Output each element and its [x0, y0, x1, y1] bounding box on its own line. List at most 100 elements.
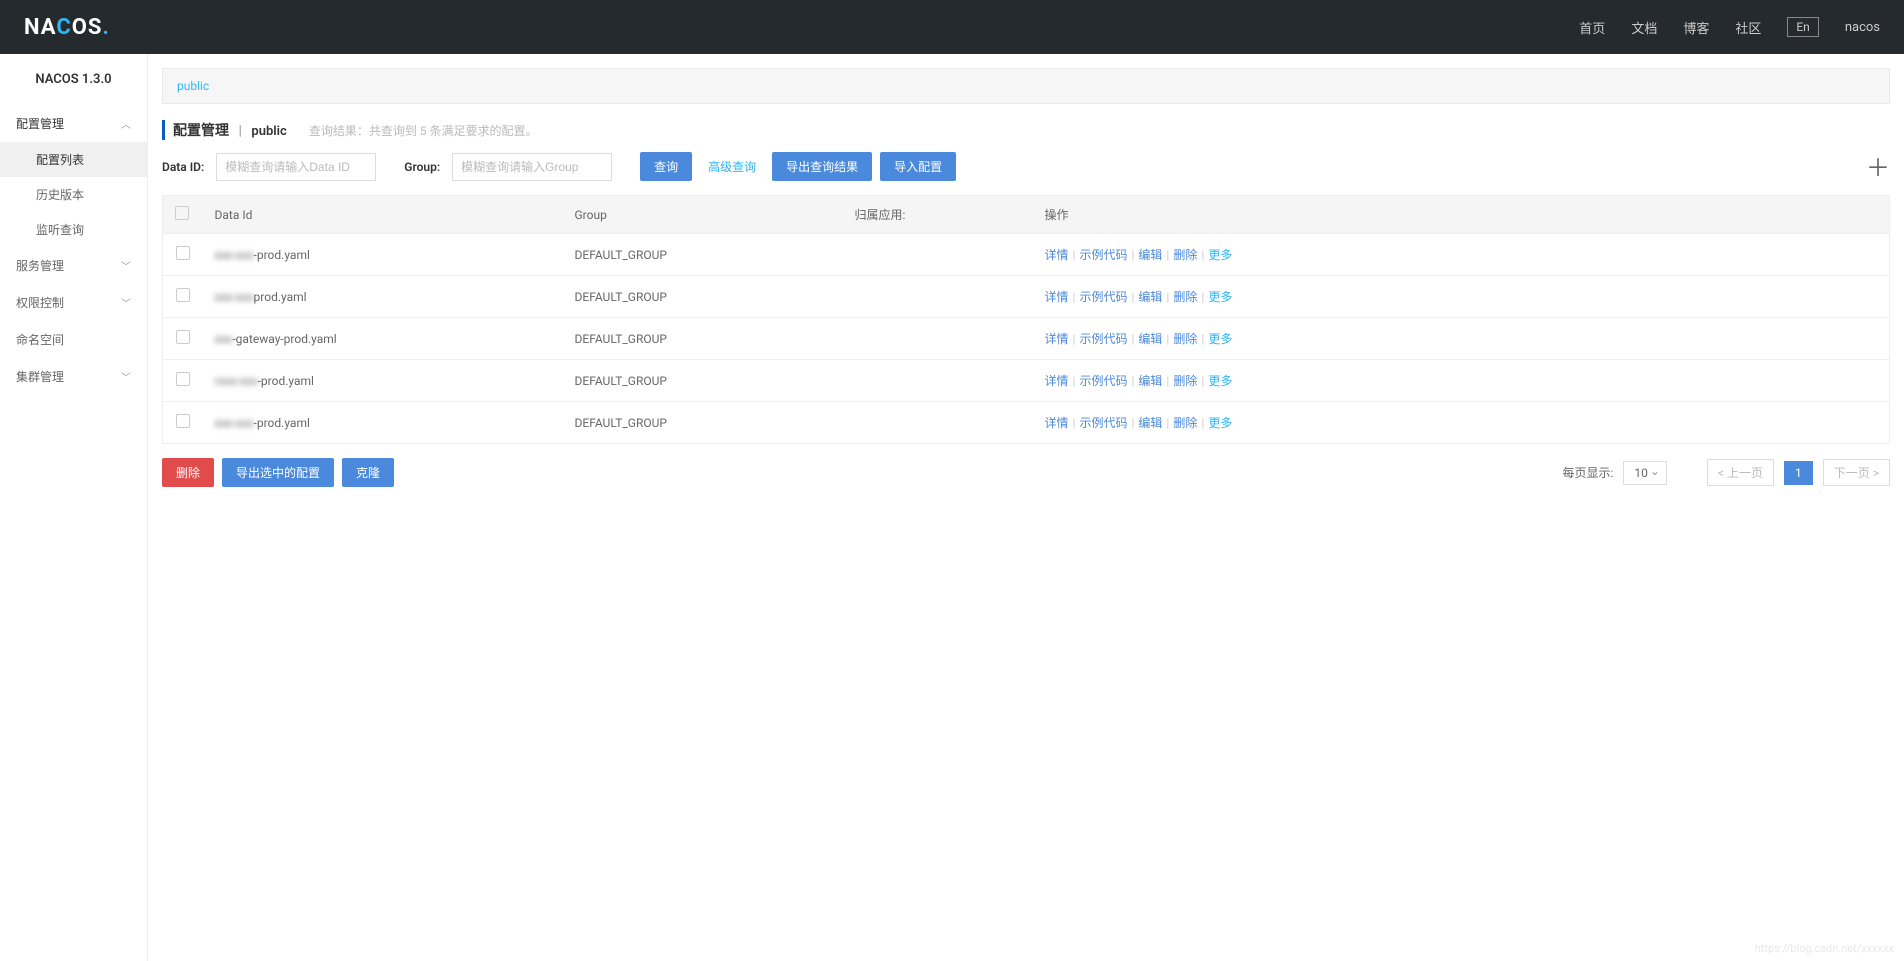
action-delete[interactable]: 删除 — [1173, 416, 1197, 430]
page-namespace: public — [251, 124, 286, 139]
submenu-config-list[interactable]: 配置列表 — [0, 142, 147, 177]
action-more[interactable]: 更多 — [1208, 248, 1232, 262]
row-checkbox[interactable] — [176, 414, 190, 428]
advanced-search-button[interactable]: 高级查询 — [700, 152, 764, 181]
header-actions: 操作 — [1033, 196, 1890, 234]
action-more[interactable]: 更多 — [1208, 290, 1232, 304]
table-footer: 删除 导出选中的配置 克隆 每页显示: 10 < 上一页 1 下一页 > — [148, 444, 1904, 501]
cell-actions: 详情|示例代码|编辑|删除|更多 — [1033, 402, 1890, 444]
cell-app — [843, 402, 1033, 444]
header-nav: 首页 文档 博客 社区 En nacos — [1579, 17, 1880, 37]
nav-blog[interactable]: 博客 — [1683, 18, 1709, 37]
table-row: xxx-xxx-prod.yamlDEFAULT_GROUP详情|示例代码|编辑… — [163, 402, 1890, 444]
header-checkbox-cell — [163, 196, 203, 234]
action-detail[interactable]: 详情 — [1045, 248, 1069, 262]
menu-config[interactable]: 配置管理 ︿ — [0, 105, 147, 142]
page-title-text: 配置管理 — [173, 123, 229, 139]
action-edit[interactable]: 编辑 — [1138, 248, 1162, 262]
submenu-history[interactable]: 历史版本 — [0, 177, 147, 212]
action-edit[interactable]: 编辑 — [1138, 416, 1162, 430]
action-more[interactable]: 更多 — [1208, 332, 1232, 346]
action-sample[interactable]: 示例代码 — [1079, 248, 1127, 262]
chevron-down-icon: ﹀ — [121, 369, 131, 384]
cell-app — [843, 360, 1033, 402]
chevron-up-icon: ︿ — [121, 116, 131, 131]
add-config-icon[interactable]: ＋ — [1866, 148, 1890, 183]
action-sample[interactable]: 示例代码 — [1079, 374, 1127, 388]
action-detail[interactable]: 详情 — [1045, 374, 1069, 388]
sidebar: NACOS 1.3.0 配置管理 ︿ 配置列表 历史版本 监听查询 服务管理 ﹀… — [0, 54, 148, 961]
group-label: Group: — [404, 160, 440, 174]
cell-app — [843, 318, 1033, 360]
menu-auth-label: 权限控制 — [16, 294, 64, 311]
select-all-checkbox[interactable] — [175, 206, 189, 220]
next-page-button[interactable]: 下一页 > — [1823, 459, 1890, 486]
table-row: rxxx-xxx-prod.yamlDEFAULT_GROUP详情|示例代码|编… — [163, 360, 1890, 402]
row-checkbox[interactable] — [176, 246, 190, 260]
row-checkbox[interactable] — [176, 372, 190, 386]
namespace-tabs: public — [162, 68, 1890, 104]
clone-button[interactable]: 克隆 — [342, 458, 394, 487]
group-input[interactable] — [452, 153, 612, 181]
chevron-down-icon: ﹀ — [121, 295, 131, 310]
menu-cluster[interactable]: 集群管理 ﹀ — [0, 358, 147, 395]
row-checkbox[interactable] — [176, 288, 190, 302]
nav-docs[interactable]: 文档 — [1631, 18, 1657, 37]
cell-dataid: xxx-gateway-prod.yaml — [203, 318, 563, 360]
header-app: 归属应用: — [843, 196, 1033, 234]
submenu-listener[interactable]: 监听查询 — [0, 212, 147, 247]
namespace-public[interactable]: public — [177, 79, 209, 93]
cell-dataid: rxxx-xxx-prod.yaml — [203, 360, 563, 402]
menu-service[interactable]: 服务管理 ﹀ — [0, 247, 147, 284]
user-name[interactable]: nacos — [1845, 20, 1880, 35]
action-detail[interactable]: 详情 — [1045, 416, 1069, 430]
action-edit[interactable]: 编辑 — [1138, 332, 1162, 346]
prev-page-button[interactable]: < 上一页 — [1707, 459, 1774, 486]
top-header: NACOS. 首页 文档 博客 社区 En nacos — [0, 0, 1904, 54]
dataid-input[interactable] — [216, 153, 376, 181]
action-detail[interactable]: 详情 — [1045, 332, 1069, 346]
page-size-select[interactable]: 10 — [1623, 461, 1667, 485]
cell-group: DEFAULT_GROUP — [563, 402, 843, 444]
sidebar-version: NACOS 1.3.0 — [0, 54, 147, 105]
cell-actions: 详情|示例代码|编辑|删除|更多 — [1033, 276, 1890, 318]
menu-namespace[interactable]: 命名空间 — [0, 321, 147, 358]
cell-actions: 详情|示例代码|编辑|删除|更多 — [1033, 318, 1890, 360]
chevron-down-icon: ﹀ — [121, 258, 131, 273]
page-1-button[interactable]: 1 — [1784, 461, 1813, 485]
cell-group: DEFAULT_GROUP — [563, 360, 843, 402]
header-group: Group — [563, 196, 843, 234]
action-sample[interactable]: 示例代码 — [1079, 290, 1127, 304]
bulk-delete-button[interactable]: 删除 — [162, 458, 214, 487]
action-more[interactable]: 更多 — [1208, 374, 1232, 388]
table-row: xxx-gateway-prod.yamlDEFAULT_GROUP详情|示例代… — [163, 318, 1890, 360]
action-more[interactable]: 更多 — [1208, 416, 1232, 430]
search-button[interactable]: 查询 — [640, 152, 692, 181]
action-sample[interactable]: 示例代码 — [1079, 332, 1127, 346]
export-results-button[interactable]: 导出查询结果 — [772, 152, 872, 181]
action-detail[interactable]: 详情 — [1045, 290, 1069, 304]
cell-dataid: xxx-xxx-prod.yaml — [203, 234, 563, 276]
nav-community[interactable]: 社区 — [1735, 18, 1761, 37]
action-delete[interactable]: 删除 — [1173, 374, 1197, 388]
action-edit[interactable]: 编辑 — [1138, 374, 1162, 388]
menu-cluster-label: 集群管理 — [16, 368, 64, 385]
menu-auth[interactable]: 权限控制 ﹀ — [0, 284, 147, 321]
row-checkbox[interactable] — [176, 330, 190, 344]
header-dataid: Data Id — [203, 196, 563, 234]
action-edit[interactable]: 编辑 — [1138, 290, 1162, 304]
export-selected-button[interactable]: 导出选中的配置 — [222, 458, 334, 487]
import-config-button[interactable]: 导入配置 — [880, 152, 956, 181]
lang-toggle[interactable]: En — [1787, 17, 1818, 37]
dataid-label: Data ID: — [162, 160, 204, 174]
logo: NACOS. — [24, 15, 110, 40]
action-delete[interactable]: 删除 — [1173, 332, 1197, 346]
cell-app — [843, 234, 1033, 276]
action-sample[interactable]: 示例代码 — [1079, 416, 1127, 430]
menu-config-label: 配置管理 — [16, 115, 64, 132]
nav-home[interactable]: 首页 — [1579, 18, 1605, 37]
action-delete[interactable]: 删除 — [1173, 290, 1197, 304]
action-delete[interactable]: 删除 — [1173, 248, 1197, 262]
main-content: public 配置管理 | public 查询结果：共查询到 5 条满足要求的配… — [148, 54, 1904, 961]
filter-bar: Data ID: Group: 查询 高级查询 导出查询结果 导入配置 ＋ — [148, 152, 1904, 195]
